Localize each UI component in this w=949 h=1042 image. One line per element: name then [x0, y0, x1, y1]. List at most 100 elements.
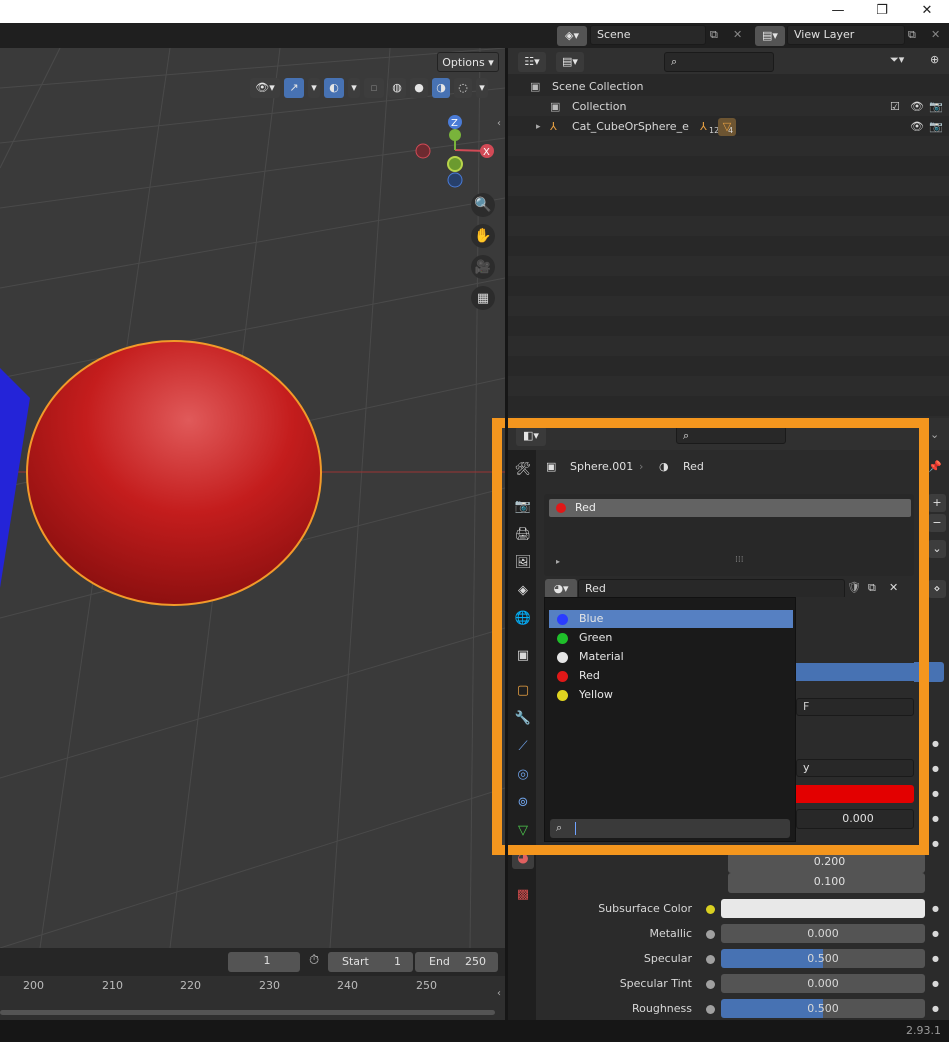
- remove-view-layer-icon[interactable]: ✕: [931, 28, 940, 41]
- end-frame-field[interactable]: End 250: [415, 952, 498, 972]
- base-color-swatch[interactable]: [796, 785, 914, 803]
- object-tab-icon[interactable]: ▢: [512, 679, 534, 701]
- browse-material-button[interactable]: ◕▾: [545, 579, 577, 599]
- navigation-gizmo[interactable]: Z X: [412, 114, 502, 194]
- dropdown-item-material[interactable]: Material: [549, 648, 793, 666]
- red-sphere-object[interactable]: [26, 340, 322, 606]
- minimize-button[interactable]: —: [816, 0, 860, 23]
- pin-icon[interactable]: 📌: [928, 460, 942, 473]
- material-shading-icon[interactable]: ◑: [432, 78, 450, 98]
- camera-render-icon[interactable]: 📷: [929, 97, 943, 117]
- current-frame-field[interactable]: 1: [228, 952, 300, 972]
- specular-slider[interactable]: 0.500: [721, 949, 925, 968]
- scene-selector-button[interactable]: ◈▾: [557, 26, 587, 46]
- gizmo-icon[interactable]: ↗: [284, 78, 304, 98]
- pan-hand-icon[interactable]: ✋: [471, 224, 495, 248]
- outliner-row-collection[interactable]: ▣ Collection ☑ 👁 📷: [508, 97, 949, 117]
- outliner-display-mode-icon[interactable]: ☷▾: [518, 52, 546, 72]
- socket-icon[interactable]: [706, 980, 715, 989]
- subsurface-method-field[interactable]: y: [796, 759, 914, 777]
- dropdown-search-input[interactable]: ⌕: [550, 819, 790, 838]
- unlink-material-icon[interactable]: ✕: [889, 581, 898, 594]
- 3d-viewport[interactable]: Options ▾ 👁▾ ↗ ▾ ◐ ▾ ▫ ◍ ● ◑ ◌ ▾ Z X 🔍 ✋…: [0, 48, 505, 948]
- material-slot-red[interactable]: Red: [549, 499, 911, 517]
- xray-icon[interactable]: ▫: [364, 78, 384, 98]
- editor-type-icon[interactable]: ◧▾: [516, 426, 546, 446]
- new-collection-icon[interactable]: ⊕: [930, 53, 939, 66]
- value-field-2[interactable]: 0.100: [728, 873, 925, 893]
- dropdown-item-red[interactable]: Red: [549, 667, 793, 685]
- options-button[interactable]: Options ▾: [437, 52, 499, 72]
- scene-tab-icon[interactable]: ◈: [512, 579, 534, 601]
- outliner-row-cat-object[interactable]: ▸ ⅄ Cat_CubeOrSphere_e ⅄ 12 ▽ 4 👁 📷: [508, 117, 949, 137]
- perspective-grid-icon[interactable]: ▦: [471, 286, 495, 310]
- view-layer-name-field[interactable]: View Layer: [787, 25, 905, 45]
- output-tab-icon[interactable]: 🖨: [512, 523, 534, 545]
- remove-scene-icon[interactable]: ✕: [733, 28, 742, 41]
- slot-assign-icon[interactable]: ⋄: [928, 580, 946, 598]
- socket-icon[interactable]: [706, 905, 715, 914]
- shading-dropdown-icon[interactable]: ▾: [476, 78, 488, 98]
- overlay-icon[interactable]: ◐: [324, 78, 344, 98]
- duplicate-material-icon[interactable]: ⧉: [868, 581, 876, 595]
- collection-tab-icon[interactable]: ▣: [512, 644, 534, 666]
- view-layer-tab-icon[interactable]: 🖼: [512, 551, 534, 573]
- checkbox-icon[interactable]: ☑: [890, 97, 900, 117]
- roughness-slider[interactable]: 0.500: [721, 999, 925, 1018]
- physics-tab-icon[interactable]: ◎: [512, 763, 534, 785]
- metallic-slider[interactable]: 0.000: [721, 924, 925, 943]
- dropdown-item-green[interactable]: Green: [549, 629, 793, 647]
- render-tab-icon[interactable]: 📷: [512, 495, 534, 517]
- particles-tab-icon[interactable]: ⟋: [512, 735, 534, 757]
- fake-user-icon[interactable]: 🛡: [847, 581, 861, 594]
- zoom-icon[interactable]: 🔍: [471, 193, 495, 217]
- dropdown-item-yellow[interactable]: Yellow: [549, 686, 793, 704]
- material-name-field[interactable]: Red: [578, 579, 845, 599]
- solid-shading-icon[interactable]: ●: [410, 78, 428, 98]
- camera-icon[interactable]: 🎥: [471, 255, 495, 279]
- blue-cube-object[interactable]: [0, 368, 30, 588]
- collapse-icon[interactable]: ⌄: [930, 428, 939, 441]
- dropdown-item-blue[interactable]: Blue: [549, 610, 793, 628]
- filter-icon[interactable]: ⏷▾: [890, 53, 904, 67]
- gizmo-dropdown-icon[interactable]: ▾: [308, 78, 320, 98]
- subsurface-color-swatch[interactable]: [721, 899, 925, 918]
- slot-expand-icon[interactable]: ▸: [556, 557, 560, 566]
- outliner-filter-mode-icon[interactable]: ▤▾: [556, 52, 584, 72]
- value-field-1[interactable]: 0.200: [728, 853, 925, 873]
- eye-icon[interactable]: 👁: [910, 117, 924, 137]
- outliner-search-input[interactable]: ⌕: [664, 52, 774, 72]
- timeline-scrollbar[interactable]: [0, 1010, 495, 1015]
- duplicate-view-layer-icon[interactable]: ⧉: [908, 28, 916, 42]
- restore-button[interactable]: ❐: [860, 0, 904, 23]
- constraints-tab-icon[interactable]: ⊚: [512, 791, 534, 813]
- surface-shader-field[interactable]: F: [796, 698, 914, 716]
- outliner-row-scene-collection[interactable]: ▣ Scene Collection: [508, 77, 949, 97]
- texture-tab-icon[interactable]: ▩: [512, 883, 534, 905]
- material-tab-icon[interactable]: ◕: [512, 847, 534, 869]
- properties-search-input[interactable]: ⌕: [676, 426, 786, 444]
- duplicate-scene-icon[interactable]: ⧉: [710, 28, 718, 42]
- rendered-shading-icon[interactable]: ◌: [454, 78, 472, 98]
- tool-tab-icon[interactable]: 🛠: [512, 458, 534, 480]
- close-window-button[interactable]: ✕: [905, 0, 949, 23]
- timeline-sidebar-toggle-icon[interactable]: ‹: [497, 988, 501, 999]
- timeline-ruler[interactable]: 200 210 220 230 240 250: [0, 976, 505, 1020]
- scene-name-field[interactable]: Scene: [590, 25, 706, 45]
- data-tab-icon[interactable]: ▽: [512, 819, 534, 841]
- subsurface-value-field[interactable]: 0.000: [796, 809, 914, 829]
- world-tab-icon[interactable]: 🌐: [512, 607, 534, 629]
- resize-handle-icon[interactable]: ⁞⁞⁞: [735, 555, 744, 565]
- expand-arrow-icon[interactable]: ▸: [536, 117, 541, 137]
- slot-specials-icon[interactable]: ⌄: [928, 540, 946, 558]
- socket-icon[interactable]: [706, 1005, 715, 1014]
- socket-icon[interactable]: [706, 930, 715, 939]
- camera-render-icon[interactable]: 📷: [929, 117, 943, 137]
- eye-icon[interactable]: 👁: [910, 97, 924, 117]
- modifier-tab-icon[interactable]: 🔧: [512, 707, 534, 729]
- specular-tint-slider[interactable]: 0.000: [721, 974, 925, 993]
- sidebar-toggle-icon[interactable]: ‹: [497, 118, 501, 129]
- overlay-dropdown-icon[interactable]: ▾: [348, 78, 360, 98]
- remove-slot-button[interactable]: −: [928, 514, 946, 532]
- stopwatch-icon[interactable]: ⏱: [309, 953, 319, 968]
